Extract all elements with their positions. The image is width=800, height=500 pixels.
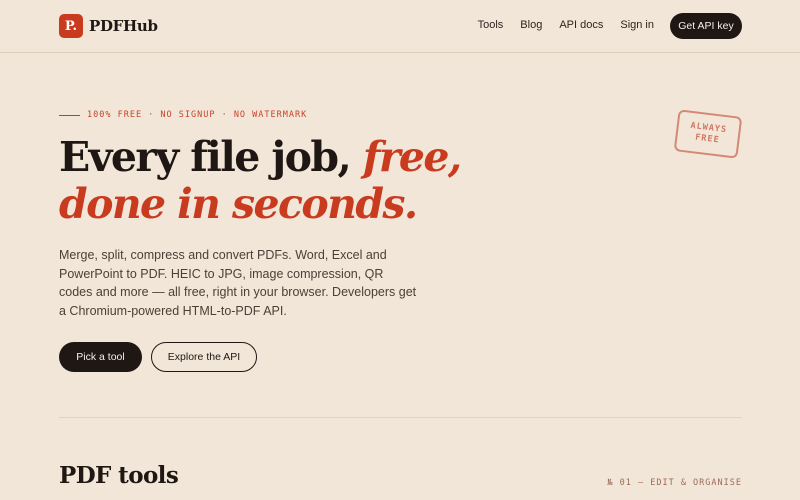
nav-link-api-docs[interactable]: API docs [559, 19, 603, 31]
headline-part1: Every file job, [59, 133, 363, 181]
stamp-line2: FREE [694, 132, 721, 146]
logo[interactable]: P. PDFHub [59, 14, 158, 38]
section-divider [59, 417, 742, 418]
headline-accent-free: free, [362, 133, 462, 181]
always-free-stamp: ALWAYS FREE [673, 109, 743, 159]
logo-mark: P. [59, 14, 83, 38]
nav-links: Tools Blog API docs Sign in [461, 19, 654, 31]
eyebrow-rule [59, 114, 80, 116]
hero-eyebrow: 100% FREE · NO SIGNUP · NO WATERMARK [59, 110, 307, 120]
explore-api-button[interactable]: Explore the API [151, 342, 257, 372]
get-api-key-button[interactable]: Get API key [670, 13, 742, 39]
hero-description: Merge, split, compress and convert PDFs.… [59, 248, 417, 318]
headline-accent-done: done in seconds. [59, 180, 418, 228]
pick-a-tool-button[interactable]: Pick a tool [59, 342, 142, 372]
section-title: PDF tools [59, 462, 179, 489]
section-meta: № 01 — EDIT & ORGANISE [607, 478, 742, 488]
nav-link-blog[interactable]: Blog [520, 19, 542, 31]
nav-link-sign-in[interactable]: Sign in [620, 19, 654, 31]
hero-headline: Every file job, free, done in seconds. [59, 134, 519, 228]
nav-link-tools[interactable]: Tools [478, 19, 504, 31]
top-nav: P. PDFHub Tools Blog API docs Sign in Ge… [0, 0, 800, 53]
eyebrow-text: 100% FREE · NO SIGNUP · NO WATERMARK [87, 110, 308, 120]
logo-text: PDFHub [89, 17, 158, 35]
